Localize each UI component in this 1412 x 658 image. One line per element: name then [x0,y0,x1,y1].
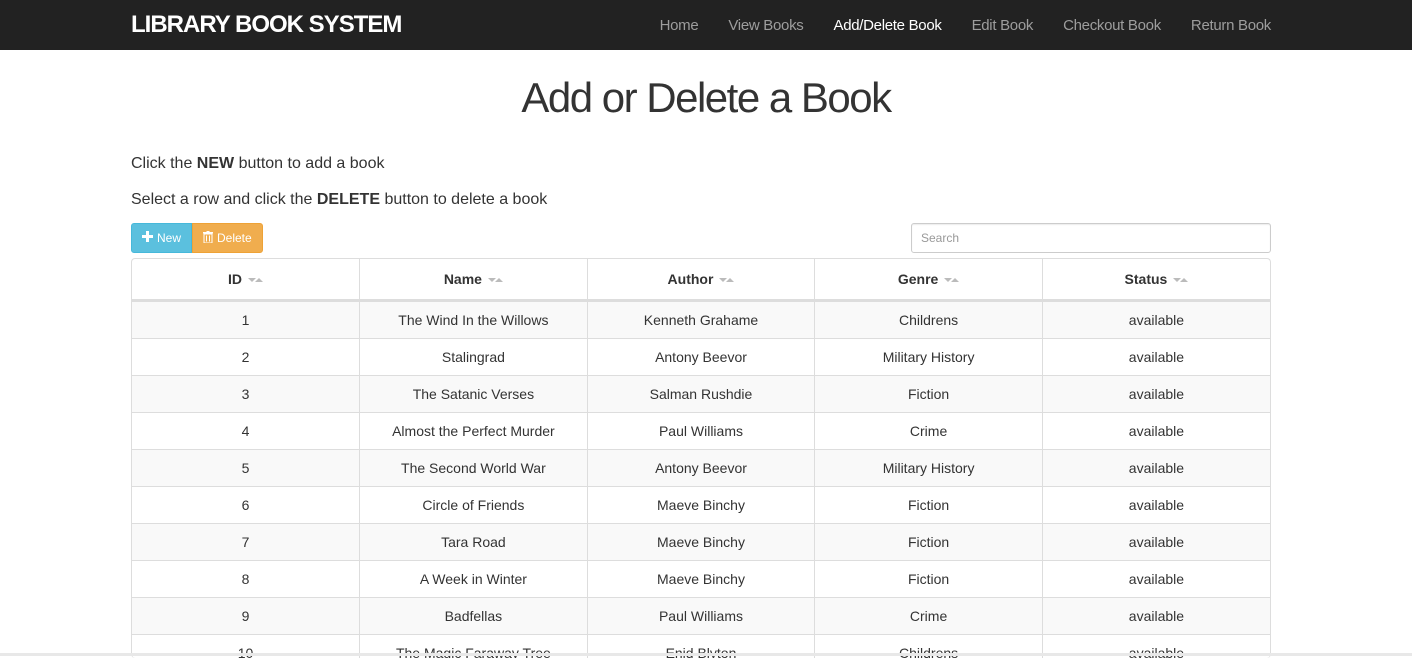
cell-author: Antony Beevor [587,450,815,487]
nav-link-add-delete-book[interactable]: Add/Delete Book [833,17,941,34]
cell-genre: Military History [815,450,1043,487]
cell-author: Maeve Binchy [587,487,815,524]
column-header-genre[interactable]: Genre [815,259,1043,301]
cell-status: available [1042,598,1270,635]
cell-genre: Crime [815,413,1043,450]
instruction-new-keyword: NEW [197,155,234,172]
instruction-delete-prefix: Select a row and click the [131,191,317,208]
nav-links: Home View Books Add/Delete Book Edit Boo… [630,0,1271,50]
cell-id: 4 [132,413,360,450]
plus-icon [142,231,153,245]
new-button-label: New [157,231,181,245]
cell-author: Antony Beevor [587,339,815,376]
cell-name: The Second World War [360,450,588,487]
cell-status: available [1042,524,1270,561]
cell-id: 1 [132,301,360,339]
cell-id: 2 [132,339,360,376]
cell-status: available [1042,450,1270,487]
search-input[interactable] [911,223,1271,253]
nav-link-view-books[interactable]: View Books [728,17,803,34]
cell-genre: Childrens [815,301,1043,339]
sort-icon [719,276,734,284]
table-row[interactable]: 8 A Week in Winter Maeve Binchy Fiction … [132,561,1270,598]
column-header-label: Name [444,271,482,287]
cell-status: available [1042,561,1270,598]
cell-id: 7 [132,524,360,561]
cell-id: 3 [132,376,360,413]
cell-genre: Fiction [815,524,1043,561]
delete-button-label: Delete [217,231,252,245]
column-header-label: ID [228,271,242,287]
cell-name: Tara Road [360,524,588,561]
column-header-id[interactable]: ID [132,259,360,301]
table-row[interactable]: 6 Circle of Friends Maeve Binchy Fiction… [132,487,1270,524]
page-title: Add or Delete a Book [0,74,1412,122]
nav-link-checkout-book[interactable]: Checkout Book [1063,17,1161,34]
instruction-new-suffix: button to add a book [234,155,384,172]
toolbar-button-group: New Delete [131,223,263,253]
sort-icon [1173,276,1188,284]
cell-name: Almost the Perfect Murder [360,413,588,450]
cell-id: 9 [132,598,360,635]
cell-genre: Fiction [815,561,1043,598]
cell-genre: Military History [815,339,1043,376]
sort-icon [944,276,959,284]
new-button[interactable]: New [131,223,192,253]
cell-id: 8 [132,561,360,598]
cell-author: Salman Rushdie [587,376,815,413]
brand-title[interactable]: LIBRARY BOOK SYSTEM [131,11,401,39]
cell-genre: Crime [815,598,1043,635]
column-header-name[interactable]: Name [360,259,588,301]
cell-name: Circle of Friends [360,487,588,524]
instruction-new: Click the NEW button to add a book [131,155,384,173]
trash-icon [203,231,213,246]
table-row[interactable]: 4 Almost the Perfect Murder Paul William… [132,413,1270,450]
books-table: ID Name Author Genre Status 1 The Wind I… [132,259,1270,658]
cell-author: Maeve Binchy [587,561,815,598]
cell-name: The Wind In the Willows [360,301,588,339]
sort-icon [488,276,503,284]
cell-status: available [1042,301,1270,339]
instruction-delete-keyword: DELETE [317,191,380,208]
cell-id: 6 [132,487,360,524]
table-row[interactable]: 2 Stalingrad Antony Beevor Military Hist… [132,339,1270,376]
table-row[interactable]: 9 Badfellas Paul Williams Crime availabl… [132,598,1270,635]
cell-status: available [1042,339,1270,376]
column-header-label: Genre [898,271,938,287]
column-header-status[interactable]: Status [1042,259,1270,301]
instruction-new-prefix: Click the [131,155,197,172]
cell-status: available [1042,413,1270,450]
cell-author: Kenneth Grahame [587,301,815,339]
nav-link-home[interactable]: Home [660,17,699,34]
cell-id: 5 [132,450,360,487]
cell-status: available [1042,487,1270,524]
cell-author: Paul Williams [587,413,815,450]
table-row[interactable]: 1 The Wind In the Willows Kenneth Graham… [132,301,1270,339]
cell-name: Badfellas [360,598,588,635]
cell-genre: Fiction [815,376,1043,413]
table-header-row: ID Name Author Genre Status [132,259,1270,301]
instruction-delete: Select a row and click the DELETE button… [131,191,547,209]
sort-icon [248,276,263,284]
books-table-container: ID Name Author Genre Status 1 The Wind I… [131,258,1271,658]
table-row[interactable]: 5 The Second World War Antony Beevor Mil… [132,450,1270,487]
column-header-author[interactable]: Author [587,259,815,301]
column-header-label: Author [668,271,714,287]
cell-author: Maeve Binchy [587,524,815,561]
column-header-label: Status [1125,271,1168,287]
nav-link-edit-book[interactable]: Edit Book [972,17,1034,34]
table-row[interactable]: 7 Tara Road Maeve Binchy Fiction availab… [132,524,1270,561]
navbar: LIBRARY BOOK SYSTEM Home View Books Add/… [0,0,1412,50]
nav-link-return-book[interactable]: Return Book [1191,17,1271,34]
cell-author: Paul Williams [587,598,815,635]
delete-button[interactable]: Delete [192,223,263,253]
cell-name: A Week in Winter [360,561,588,598]
table-row[interactable]: 3 The Satanic Verses Salman Rushdie Fict… [132,376,1270,413]
instruction-delete-suffix: button to delete a book [380,191,547,208]
cell-name: The Satanic Verses [360,376,588,413]
cell-status: available [1042,376,1270,413]
cell-genre: Fiction [815,487,1043,524]
cell-name: Stalingrad [360,339,588,376]
